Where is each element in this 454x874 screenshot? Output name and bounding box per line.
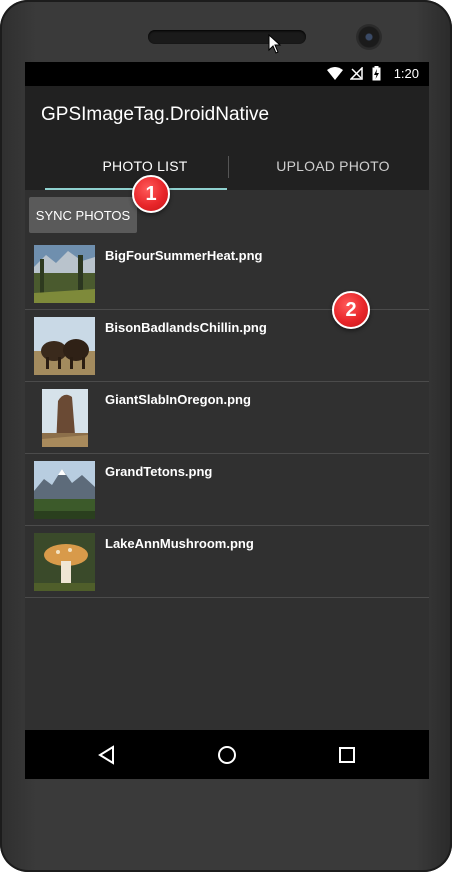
navigation-bar [25,730,429,779]
list-item[interactable]: GiantSlabInOregon.png [25,382,429,454]
device-screen: 1:20 GPSImageTag.DroidNative PHOTO LIST … [25,62,429,779]
back-button[interactable] [91,740,121,770]
home-button[interactable] [212,740,242,770]
callout-badge-2: 2 [332,291,370,329]
list-item[interactable]: LakeAnnMushroom.png [25,526,429,598]
no-signal-icon [350,67,363,80]
sync-photos-button[interactable]: SYNC PHOTOS [29,197,137,233]
home-circle-icon [218,746,236,764]
app-bar: GPSImageTag.DroidNative PHOTO LIST UPLOA… [25,86,429,190]
photo-filename: BigFourSummerHeat.png [105,248,263,263]
photo-thumbnail [42,389,88,447]
photo-thumbnail [34,317,95,375]
wifi-icon [327,67,343,80]
photo-thumbnail [34,533,95,591]
photo-thumbnail [34,461,95,519]
tab-upload-photo[interactable]: UPLOAD PHOTO [233,158,429,188]
battery-charging-icon [372,66,381,81]
front-camera [356,24,382,50]
speaker-grille [148,30,306,44]
back-triangle-icon [98,745,114,765]
tab-divider [228,156,229,178]
photo-list: BigFourSummerHeat.png BisonBadlandsChill… [25,238,429,598]
list-item[interactable]: GrandTetons.png [25,454,429,526]
photo-filename: LakeAnnMushroom.png [105,536,254,551]
recents-button[interactable] [332,740,362,770]
photo-thumbnail [34,245,95,303]
list-item[interactable]: BisonBadlandsChillin.png [25,310,429,382]
recents-square-icon [339,747,355,763]
status-time: 1:20 [393,66,419,81]
list-item[interactable]: BigFourSummerHeat.png [25,238,429,310]
app-title: GPSImageTag.DroidNative [41,104,270,125]
status-bar: 1:20 [25,62,429,86]
mouse-cursor-icon [268,34,282,54]
photo-filename: BisonBadlandsChillin.png [105,320,267,335]
photo-filename: GrandTetons.png [105,464,213,479]
photo-filename: GiantSlabInOregon.png [105,392,251,407]
callout-badge-1: 1 [132,175,170,213]
